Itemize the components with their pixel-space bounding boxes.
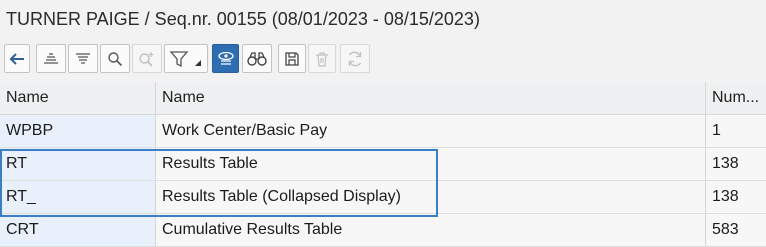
delete-icon (316, 51, 328, 67)
delete-button[interactable] (308, 44, 336, 73)
view-button[interactable] (242, 44, 272, 73)
cell-code: CRT (0, 214, 156, 246)
table-row[interactable]: CRT Cumulative Results Table 583 (0, 214, 766, 247)
cell-num: 583 (706, 214, 766, 246)
find-next-button[interactable] (132, 44, 162, 73)
cell-code: RT_ (0, 181, 156, 213)
save-button[interactable] (278, 44, 306, 73)
back-arrow-icon (9, 52, 24, 65)
toolbar (0, 40, 766, 83)
save-icon (285, 51, 299, 66)
filter-dropdown-icon (169, 50, 201, 67)
sort-descending-icon (76, 52, 90, 64)
column-header-code[interactable]: Name (0, 82, 156, 114)
cell-name: Results Table (Collapsed Display) (156, 181, 706, 213)
cell-num: 138 (706, 148, 766, 180)
cell-code: WPBP (0, 115, 156, 147)
cell-name: Work Center/Basic Pay (156, 115, 706, 147)
cell-code: RT (0, 148, 156, 180)
back-button[interactable] (4, 44, 30, 73)
sort-ascending-icon (44, 52, 58, 64)
table-row[interactable]: WPBP Work Center/Basic Pay 1 (0, 115, 766, 148)
filter-button[interactable] (164, 44, 208, 73)
results-table: Name Name Num... WPBP Work Center/Basic … (0, 82, 766, 247)
display-details-button[interactable] (212, 44, 239, 73)
cell-num: 138 (706, 181, 766, 213)
table-header: Name Name Num... (0, 82, 766, 115)
column-header-num[interactable]: Num... (706, 82, 766, 114)
find-button[interactable] (100, 44, 130, 73)
refresh-button[interactable] (340, 44, 370, 73)
window-title: TURNER PAIGE / Seq.nr. 00155 (08/01/2023… (6, 9, 480, 29)
table-row[interactable]: RT_ Results Table (Collapsed Display) 13… (0, 181, 766, 214)
cell-name: Cumulative Results Table (156, 214, 706, 246)
display-details-icon (217, 51, 234, 65)
search-next-icon (139, 51, 154, 67)
table-row[interactable]: RT Results Table 138 (0, 148, 766, 181)
title-bar: TURNER PAIGE / Seq.nr. 00155 (08/01/2023… (0, 0, 766, 40)
refresh-icon (348, 51, 362, 66)
cell-num: 1 (706, 115, 766, 147)
search-icon (108, 51, 123, 66)
cell-name: Results Table (156, 148, 706, 180)
column-header-name[interactable]: Name (156, 82, 706, 114)
sort-ascending-button[interactable] (36, 44, 66, 73)
binoculars-icon (247, 51, 267, 66)
sort-descending-button[interactable] (68, 44, 98, 73)
